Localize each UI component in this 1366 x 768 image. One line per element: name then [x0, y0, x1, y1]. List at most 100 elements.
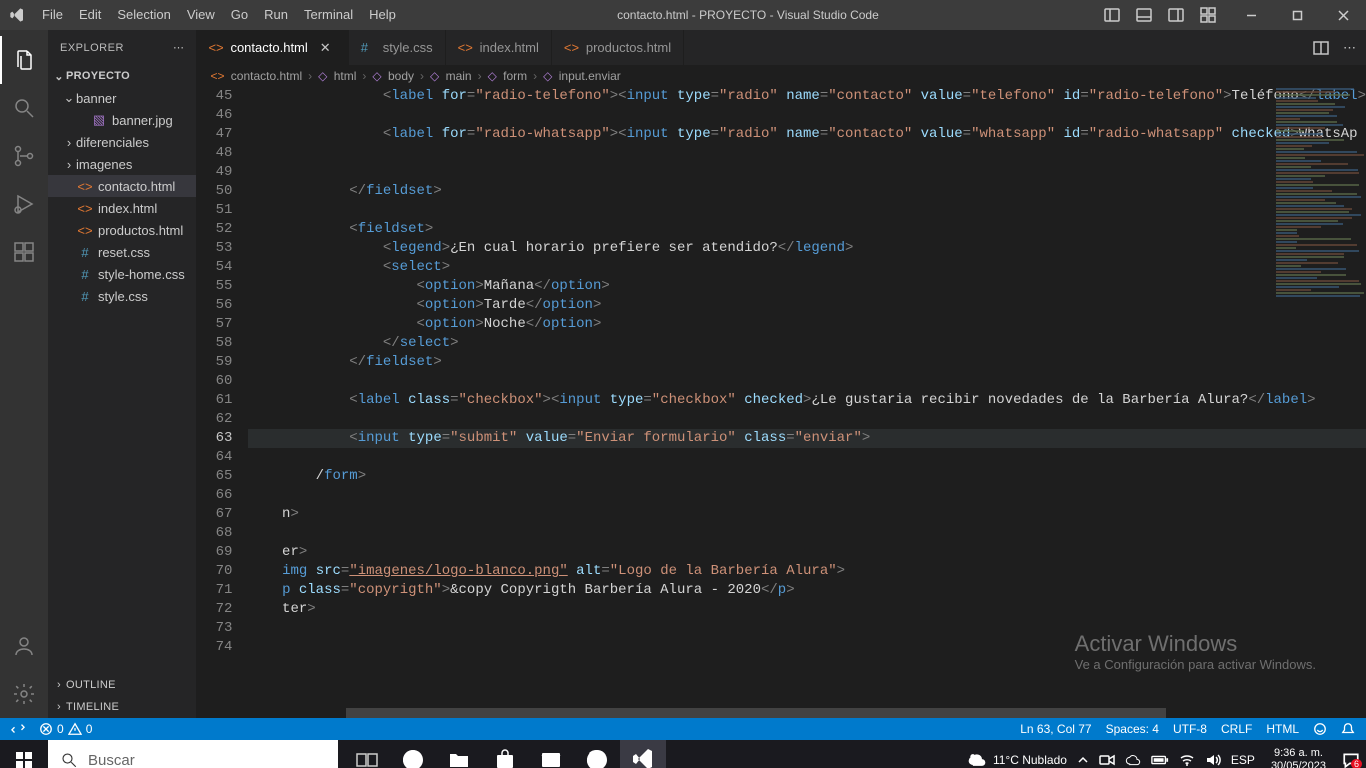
taskbar-search[interactable]: Buscar [48, 740, 338, 768]
breadcrumb[interactable]: <> contacto.html›◇ html›◇ body›◇ main›◇ … [196, 65, 1366, 87]
tab-productos.html[interactable]: <>productos.html [552, 30, 684, 65]
file-explorer-icon[interactable] [436, 740, 482, 768]
tab-style.css[interactable]: #style.css [349, 30, 446, 65]
tree-root[interactable]: ⌄ PROYECTO [48, 65, 196, 87]
file-reset.css[interactable]: #reset.css [48, 241, 196, 263]
file-index.html[interactable]: <>index.html [48, 197, 196, 219]
sidebar-section-outline[interactable]: ›OUTLINE [48, 674, 196, 696]
breadcrumb-main[interactable]: ◇ main [430, 69, 472, 83]
window-title: contacto.html - PROYECTO - Visual Studio… [404, 8, 1092, 22]
file-banner.jpg[interactable]: ▧banner.jpg [48, 109, 196, 131]
file-style.css[interactable]: #style.css [48, 285, 196, 307]
toggle-panel-left-icon [1104, 7, 1120, 23]
status-feedback-icon[interactable] [1306, 722, 1334, 736]
activity-source-control[interactable] [0, 132, 48, 180]
tray-chevron-up-icon[interactable] [1077, 754, 1089, 766]
breadcrumb-body[interactable]: ◇ body [372, 69, 414, 83]
status-remote[interactable] [4, 722, 32, 736]
window-maximize-button[interactable] [1274, 0, 1320, 30]
sidebar-section-timeline[interactable]: ›TIMELINE [48, 696, 196, 718]
line-gutter: 4546474849505152535455565758596061626364… [196, 87, 248, 718]
activity-settings[interactable] [0, 670, 48, 718]
tray-clock[interactable]: 9:36 a. m. 30/05/2023 [1265, 747, 1332, 768]
minimap[interactable] [1256, 87, 1366, 718]
tray-meet-now-icon[interactable] [1099, 752, 1115, 768]
tab-index.html[interactable]: <>index.html [446, 30, 552, 65]
chevron-down-icon: ⌄ [52, 70, 66, 83]
status-language[interactable]: HTML [1259, 722, 1306, 736]
microsoft-store-icon[interactable] [482, 740, 528, 768]
tray-onedrive-icon[interactable] [1125, 752, 1141, 768]
file-style-home.css[interactable]: #style-home.css [48, 263, 196, 285]
breadcrumb-form[interactable]: ◇ form [488, 69, 528, 83]
toggle-panel-bottom-icon [1136, 7, 1152, 23]
menu-bar: FileEditSelectionViewGoRunTerminalHelp [34, 0, 404, 30]
sidebar-more-icon[interactable]: ⋯ [173, 41, 185, 54]
task-view-icon[interactable] [344, 740, 390, 768]
file-productos.html[interactable]: <>productos.html [48, 219, 196, 241]
editor: <>contacto.html✕#style.css<>index.html<>… [196, 30, 1366, 718]
horizontal-scrollbar[interactable] [196, 708, 1366, 718]
chevron-right-icon: › [62, 157, 76, 172]
more-actions-icon[interactable]: ⋯ [1343, 40, 1356, 56]
activity-bar [0, 30, 48, 718]
code-area[interactable]: 4546474849505152535455565758596061626364… [196, 87, 1366, 718]
status-eol[interactable]: CRLF [1214, 722, 1259, 736]
vscode-app-icon [0, 7, 34, 23]
tray-language[interactable]: ESP [1231, 753, 1255, 767]
tab-contacto.html[interactable]: <>contacto.html✕ [196, 30, 348, 65]
status-encoding[interactable]: UTF-8 [1166, 722, 1214, 736]
code-content[interactable]: <label for="radio-telefono"><input type=… [248, 87, 1366, 718]
menu-terminal[interactable]: Terminal [296, 0, 361, 30]
vscode-taskbar-icon[interactable] [620, 740, 666, 768]
layout-controls[interactable] [1092, 7, 1228, 23]
split-editor-icon[interactable] [1313, 40, 1329, 56]
menu-run[interactable]: Run [256, 0, 296, 30]
chevron-down-icon: ⌄ [62, 90, 76, 106]
menu-file[interactable]: File [34, 0, 71, 30]
edge-icon[interactable] [390, 740, 436, 768]
file-contacto.html[interactable]: <>contacto.html [48, 175, 196, 197]
activity-accounts[interactable] [0, 622, 48, 670]
activity-search[interactable] [0, 84, 48, 132]
tray-battery-icon[interactable] [1151, 754, 1169, 766]
search-placeholder: Buscar [88, 752, 135, 768]
editor-tabs: <>contacto.html✕#style.css<>index.html<>… [196, 30, 1366, 65]
taskbar-apps [344, 740, 666, 768]
menu-edit[interactable]: Edit [71, 0, 109, 30]
activity-extensions[interactable] [0, 228, 48, 276]
breadcrumb-html[interactable]: ◇ html [318, 69, 356, 83]
folder-imagenes[interactable]: ›imagenes [48, 153, 196, 175]
scrollbar-thumb[interactable] [346, 708, 1166, 718]
tray-wifi-icon[interactable] [1179, 752, 1195, 768]
tray-volume-icon[interactable] [1205, 752, 1221, 768]
window-close-button[interactable] [1320, 0, 1366, 30]
folder-banner[interactable]: ⌄banner [48, 87, 196, 109]
close-icon[interactable]: ✕ [320, 40, 336, 56]
status-bar: 0 0 Ln 63, Col 77 Spaces: 4 UTF-8 CRLF H… [0, 718, 1366, 740]
tray-notifications-icon[interactable]: 6 [1342, 751, 1360, 768]
menu-selection[interactable]: Selection [109, 0, 178, 30]
status-notifications-icon[interactable] [1334, 722, 1362, 736]
customize-layout-icon [1200, 7, 1216, 23]
activity-run-debug[interactable] [0, 180, 48, 228]
status-cursor-position[interactable]: Ln 63, Col 77 [1013, 722, 1098, 736]
status-indentation[interactable]: Spaces: 4 [1099, 722, 1166, 736]
folder-diferenciales[interactable]: ›diferenciales [48, 131, 196, 153]
start-button[interactable] [0, 740, 48, 768]
menu-view[interactable]: View [179, 0, 223, 30]
title-bar: FileEditSelectionViewGoRunTerminalHelp c… [0, 0, 1366, 30]
activity-explorer[interactable] [0, 36, 48, 84]
sidebar-title: EXPLORER [60, 42, 124, 54]
menu-help[interactable]: Help [361, 0, 404, 30]
weather-widget[interactable]: 11°C Nublado [967, 750, 1067, 768]
chrome-icon[interactable] [574, 740, 620, 768]
status-problems[interactable]: 0 0 [32, 722, 99, 736]
breadcrumb-input.enviar[interactable]: ◇ input.enviar [543, 69, 621, 83]
mail-icon[interactable] [528, 740, 574, 768]
file-tree: ⌄ PROYECTO ⌄banner▧banner.jpg›diferencia… [48, 65, 196, 674]
menu-go[interactable]: Go [223, 0, 256, 30]
window-minimize-button[interactable] [1228, 0, 1274, 30]
breadcrumb-contacto.html[interactable]: <> contacto.html [210, 69, 302, 83]
root-label: PROYECTO [66, 70, 130, 82]
